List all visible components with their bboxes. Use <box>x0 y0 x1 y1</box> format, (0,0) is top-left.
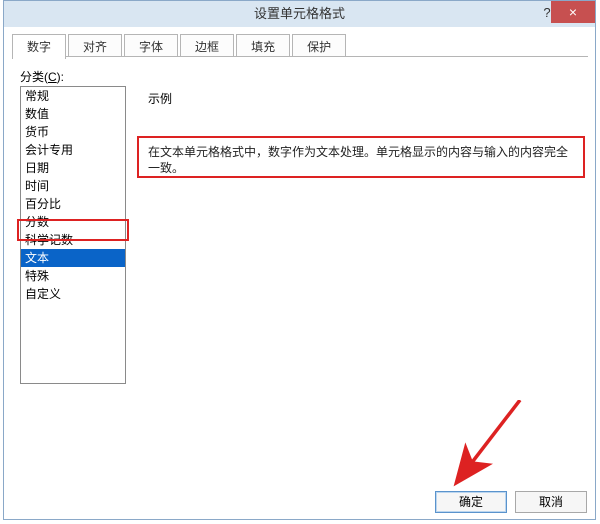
category-label-prefix: 分类( <box>20 70 48 84</box>
cancel-button[interactable]: 取消 <box>515 491 587 513</box>
titlebar: 设置单元格格式 ? × <box>4 1 595 27</box>
category-item[interactable]: 会计专用 <box>21 141 125 159</box>
category-item[interactable]: 科学记数 <box>21 231 125 249</box>
example-label: 示例 <box>148 90 172 107</box>
category-item[interactable]: 特殊 <box>21 267 125 285</box>
tab-4[interactable]: 填充 <box>236 34 290 57</box>
tab-5[interactable]: 保护 <box>292 34 346 57</box>
category-label-accel: C <box>48 70 57 84</box>
dialog-title: 设置单元格格式 <box>4 1 595 27</box>
tab-strip: 数字对齐字体边框填充保护 <box>12 34 348 57</box>
category-item[interactable]: 常规 <box>21 87 125 105</box>
close-button[interactable]: × <box>551 1 595 23</box>
tab-1[interactable]: 对齐 <box>68 34 122 57</box>
category-item[interactable]: 分数 <box>21 213 125 231</box>
category-label-suffix: ): <box>57 70 64 84</box>
tab-underline <box>12 56 588 57</box>
category-item[interactable]: 日期 <box>21 159 125 177</box>
ok-button[interactable]: 确定 <box>435 491 507 513</box>
category-item[interactable]: 时间 <box>21 177 125 195</box>
category-label: 分类(C): <box>20 68 64 85</box>
category-item[interactable]: 文本 <box>21 249 125 267</box>
category-item[interactable]: 货币 <box>21 123 125 141</box>
tab-2[interactable]: 字体 <box>124 34 178 57</box>
category-item[interactable]: 自定义 <box>21 285 125 303</box>
format-description: 在文本单元格格式中，数字作为文本处理。单元格显示的内容与输入的内容完全一致。 <box>148 144 573 176</box>
category-item[interactable]: 数值 <box>21 105 125 123</box>
category-item[interactable]: 百分比 <box>21 195 125 213</box>
tab-0[interactable]: 数字 <box>12 34 66 59</box>
tab-3[interactable]: 边框 <box>180 34 234 57</box>
category-listbox[interactable]: 常规数值货币会计专用日期时间百分比分数科学记数文本特殊自定义 <box>20 86 126 384</box>
